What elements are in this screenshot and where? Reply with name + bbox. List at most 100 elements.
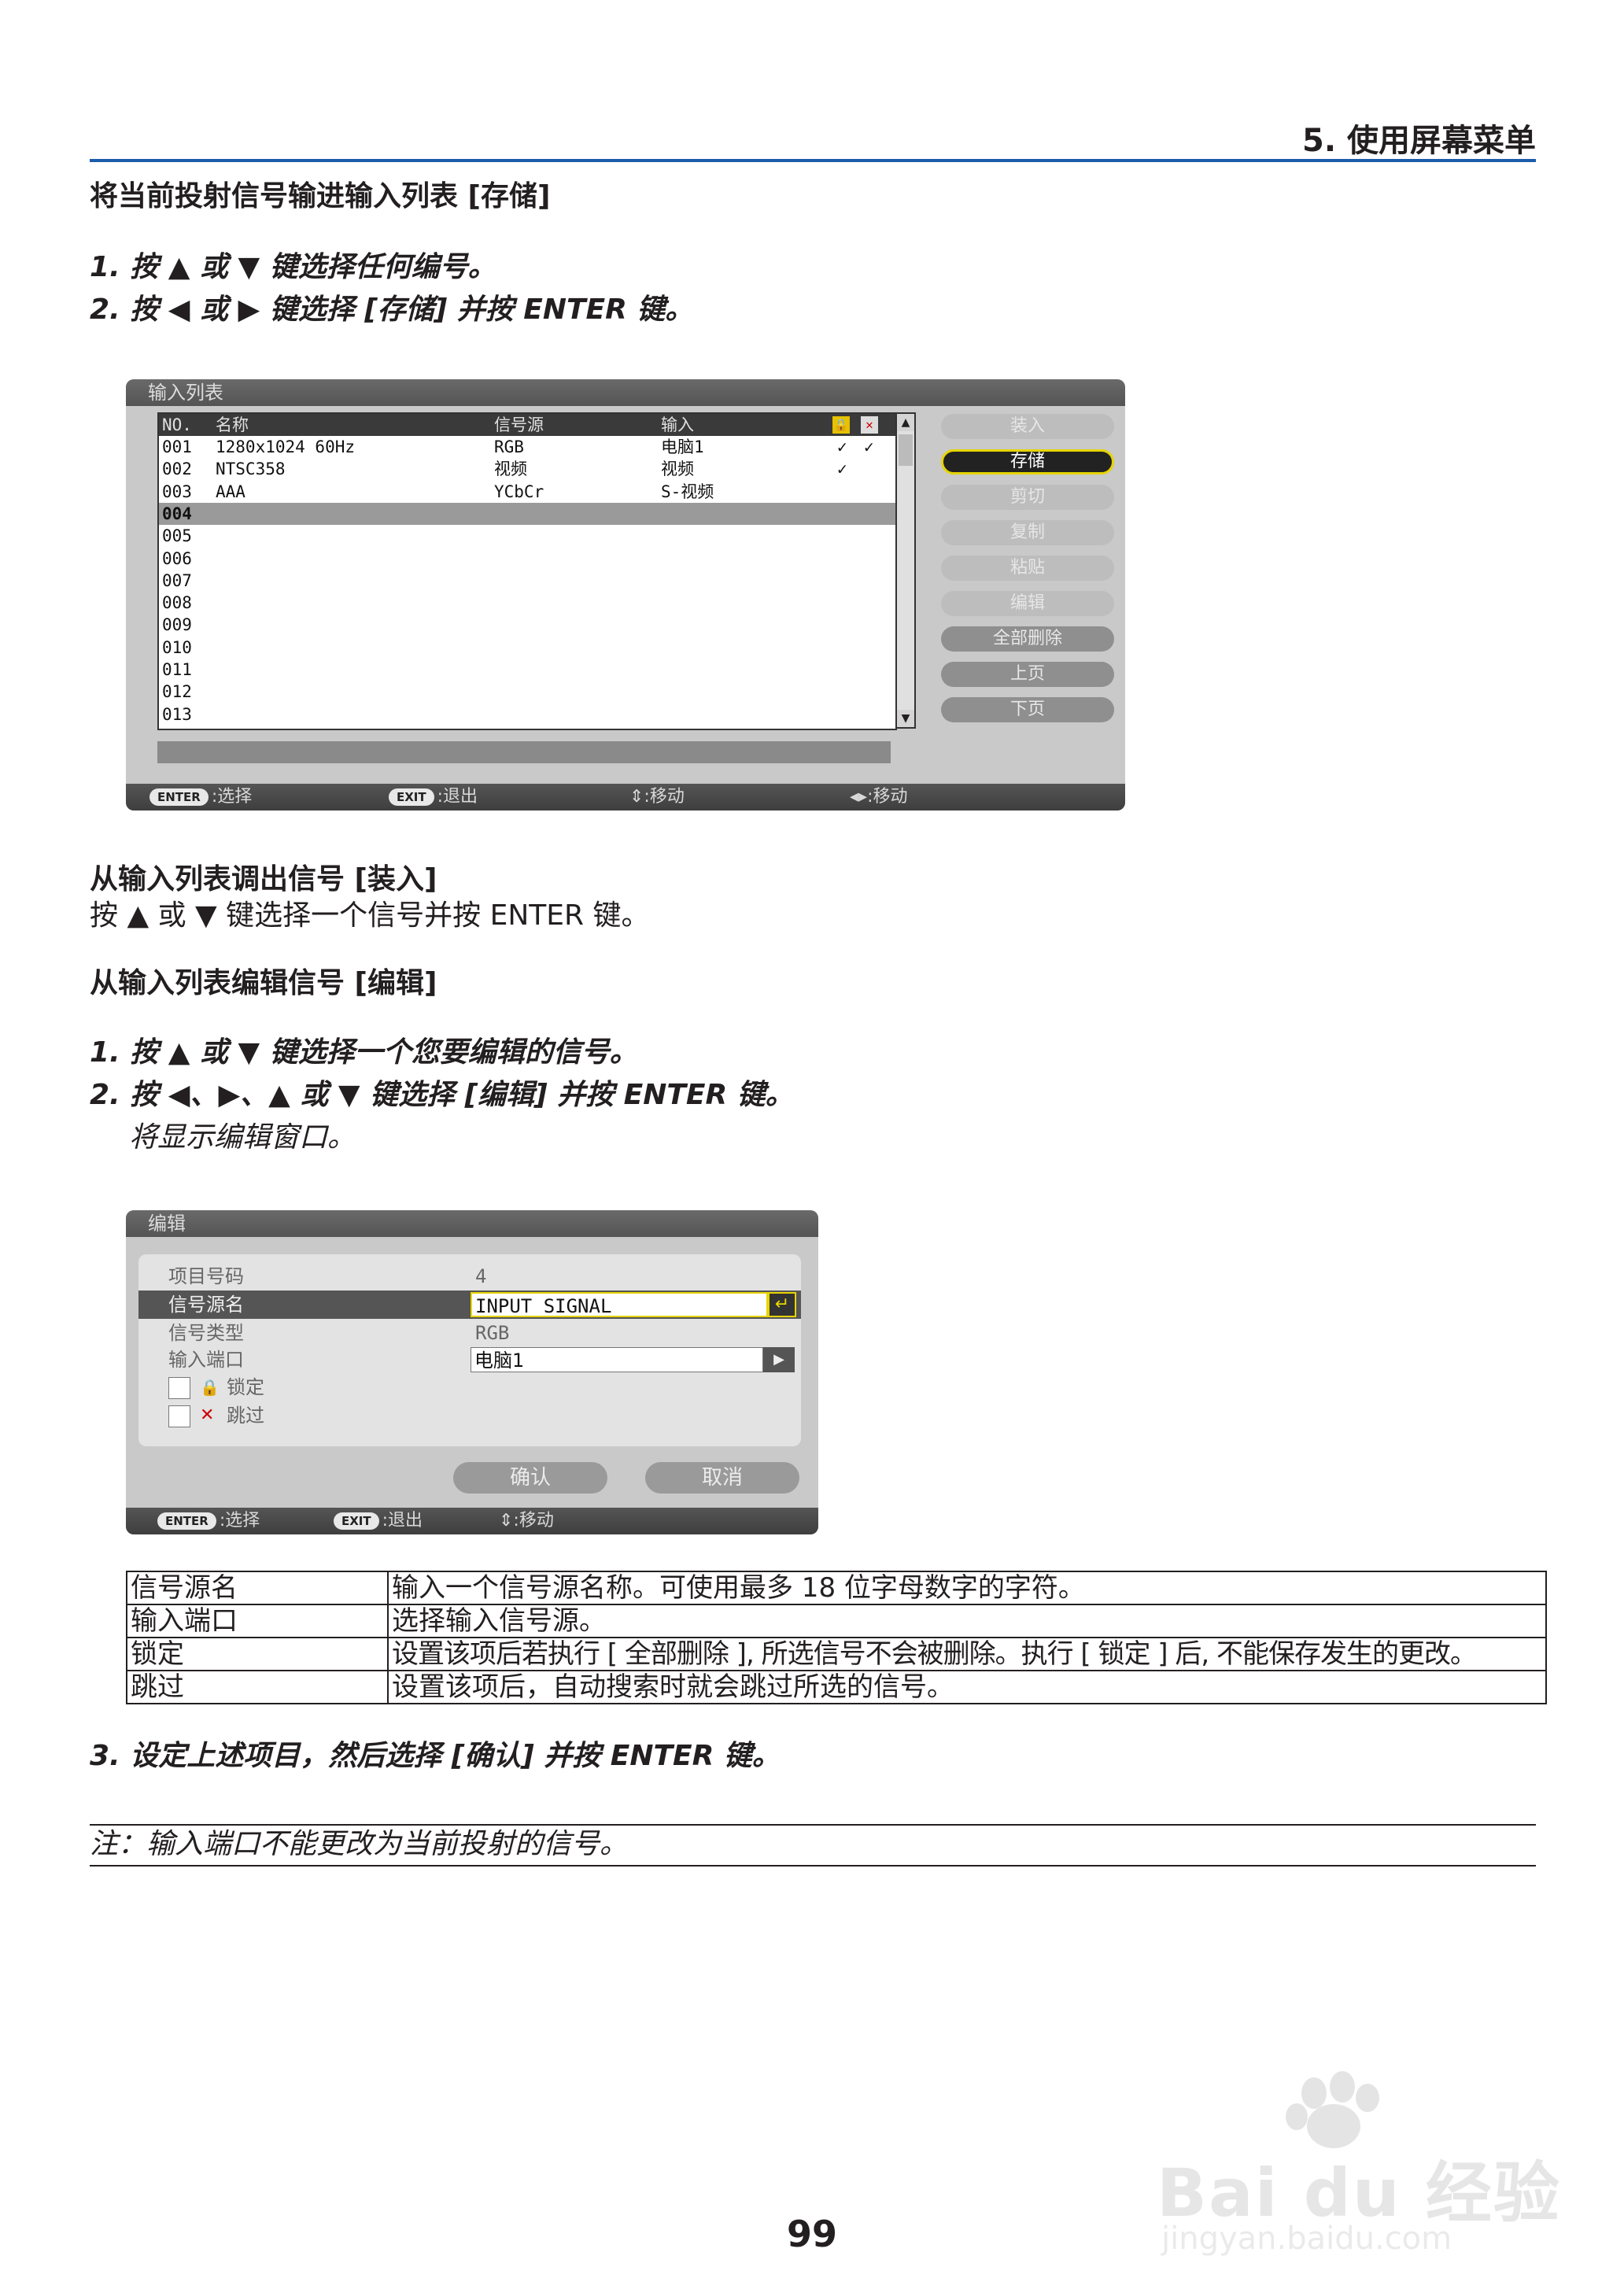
cell-no: 013 — [162, 704, 192, 724]
cell-no: 010 — [162, 637, 192, 657]
table-row[interactable]: 011 — [159, 659, 895, 681]
store-step-1: 1. 按 ▲ 或 ▼ 键选择任何编号。 — [90, 251, 496, 283]
lock-checkbox[interactable] — [168, 1377, 190, 1399]
input-port-select[interactable]: 电脑1 — [471, 1347, 763, 1372]
cell-skip: ✓ — [864, 438, 874, 456]
signal-type-value: RGB — [475, 1322, 510, 1344]
cell-no: 006 — [162, 548, 192, 568]
cell-source: RGB — [494, 438, 524, 456]
all-delete-button[interactable]: 全部删除 — [941, 626, 1114, 652]
cell-no: 012 — [162, 682, 192, 702]
table-row[interactable]: 005 — [159, 525, 895, 547]
footer-exit-hint: EXIT:退出 — [389, 784, 478, 810]
cell-no: 005 — [162, 526, 192, 546]
input-list-table[interactable]: NO. 名称 信号源 输入 🔒 ✕ 001 1280x1024 60Hz RGB 电脑… — [157, 412, 897, 730]
load-body: 按 ▲ 或 ▼ 键选择一个信号并按 ENTER 键。 — [90, 899, 650, 932]
heading-store: 将当前投射信号输进输入列表 [存储] — [90, 180, 551, 212]
cut-button[interactable]: 剪切 — [941, 485, 1114, 510]
cell-input: S-视频 — [661, 482, 714, 501]
table-row: 锁定 设置该项后若执行 [ 全部删除 ], 所选信号不会被删除。执行 [ 锁定 ]… — [126, 1637, 1547, 1671]
page-up-button[interactable]: 上页 — [941, 662, 1114, 687]
list-scrollbar[interactable]: ▲ ▼ — [895, 412, 916, 729]
table-row[interactable]: 013 — [159, 703, 895, 726]
heading-load: 从输入列表调出信号 [装入] — [90, 863, 437, 895]
signal-type-row: 信号类型 RGB — [138, 1319, 801, 1347]
store-button[interactable]: 存储 — [941, 449, 1114, 474]
edit-step-3: 3. 设定上述项目，然后选择 [确认] 并按 ENTER 键。 — [90, 1740, 781, 1772]
skip-icon: ✕ — [861, 416, 878, 434]
edit-footer-enter-hint: ENTER:选择 — [157, 1508, 260, 1534]
cell-no: 003 — [162, 482, 192, 501]
cell-source: YCbCr — [494, 482, 544, 501]
table-row[interactable]: 007 — [159, 570, 895, 592]
ok-button[interactable]: 确认 — [453, 1462, 607, 1494]
section-title: 5. 使用屏幕菜单 — [1302, 123, 1536, 159]
cancel-button[interactable]: 取消 — [645, 1462, 799, 1494]
edit-step-1: 1. 按 ▲ 或 ▼ 键选择一个您要编辑的信号。 — [90, 1036, 638, 1069]
page-down-button[interactable]: 下页 — [941, 697, 1114, 722]
description-table: 信号源名 输入一个信号源名称。可使用最多 18 位字母数字的字符。 输入端口 选择输… — [126, 1571, 1547, 1704]
cell-name: AAA — [216, 482, 245, 501]
table-row[interactable]: 001 1280x1024 60Hz RGB 电脑1 ✓ ✓ — [159, 436, 895, 458]
item-number-row: 项目号码 4 — [138, 1262, 801, 1291]
footer-updown-hint: ⇕:移动 — [629, 787, 685, 807]
cell-input: 电脑1 — [661, 438, 704, 456]
table-row[interactable]: 004 — [159, 502, 895, 525]
scroll-thumb[interactable] — [899, 434, 913, 466]
input-list-footer: ENTER:选择 EXIT:退出 ⇕:移动 ◂▸:移动 — [126, 784, 1125, 810]
list-status-bar — [157, 741, 891, 763]
input-port-label: 输入端口 — [168, 1349, 244, 1371]
select-arrow-icon[interactable]: ▶ — [763, 1347, 795, 1372]
table-row[interactable]: 009 — [159, 614, 895, 636]
table-row[interactable]: 002 NTSC358 视频 视频 ✓ — [159, 458, 895, 480]
col-name: 名称 — [216, 415, 249, 434]
copy-button[interactable]: 复制 — [941, 520, 1114, 545]
cell-no: 009 — [162, 615, 192, 635]
cell-no: 008 — [162, 593, 192, 613]
table-row[interactable]: 012 — [159, 681, 895, 703]
edit-step-2-note: 将显示编辑窗口。 — [129, 1121, 356, 1154]
scroll-up-icon[interactable]: ▲ — [897, 414, 914, 431]
cell-lock: ✓ — [837, 438, 847, 456]
source-name-field[interactable]: INPUT SIGNAL — [471, 1292, 768, 1317]
cell-no: 007 — [162, 570, 192, 590]
watermark-url: jingyan.baidu.com — [1161, 2221, 1452, 2257]
paste-button[interactable]: 粘贴 — [941, 556, 1114, 581]
scroll-down-icon[interactable]: ▼ — [897, 710, 914, 727]
table-row[interactable]: 006 — [159, 548, 895, 570]
table-row[interactable]: 010 — [159, 637, 895, 659]
enter-return-icon[interactable]: ↵ — [768, 1292, 796, 1317]
cell-no: 011 — [162, 660, 192, 679]
source-name-label: 信号源名 — [168, 1294, 244, 1316]
cell-source: 视频 — [494, 460, 527, 479]
note-text: 注：输入端口不能更改为当前投射的信号。 — [90, 1828, 629, 1860]
baidu-watermark: Bai du 经验 jingyan.baidu.com — [1157, 2070, 1559, 2258]
skip-checkbox[interactable] — [168, 1405, 190, 1427]
lock-small-icon: 🔒 — [200, 1378, 220, 1397]
header-rule — [90, 159, 1536, 162]
cell-name: NTSC358 — [216, 460, 286, 479]
col-input: 输入 — [661, 415, 694, 434]
exit-key-icon: EXIT — [389, 788, 434, 806]
load-button[interactable]: 装入 — [941, 414, 1114, 439]
item-number-value: 4 — [475, 1265, 487, 1287]
table-row: 输入端口 选择输入信号源。 — [126, 1604, 1547, 1638]
lock-label: 锁定 — [227, 1376, 264, 1398]
footer-leftright-hint: ◂▸:移动 — [850, 787, 908, 807]
edit-footer: ENTER:选择 EXIT:退出 ⇕:移动 — [126, 1508, 818, 1534]
skip-small-icon: ✕ — [200, 1405, 215, 1425]
cell-name: 1280x1024 60Hz — [216, 438, 356, 456]
note-top-rule — [90, 1824, 1536, 1826]
enter-key-icon: ENTER — [157, 1512, 216, 1530]
edit-button[interactable]: 编辑 — [941, 591, 1114, 616]
table-row[interactable]: 008 — [159, 592, 895, 614]
list-header: NO. 名称 信号源 输入 🔒 ✕ — [159, 414, 895, 436]
item-number-label: 项目号码 — [168, 1265, 244, 1287]
col-source: 信号源 — [494, 415, 544, 434]
lock-icon: 🔒 — [832, 416, 850, 434]
cell-no: 004 — [162, 504, 192, 523]
input-list-title: 输入列表 — [126, 379, 1125, 406]
heading-edit: 从输入列表编辑信号 [编辑] — [90, 967, 437, 999]
cell-lock: ✓ — [837, 460, 847, 479]
table-row[interactable]: 003 AAA YCbCr S-视频 — [159, 481, 895, 503]
